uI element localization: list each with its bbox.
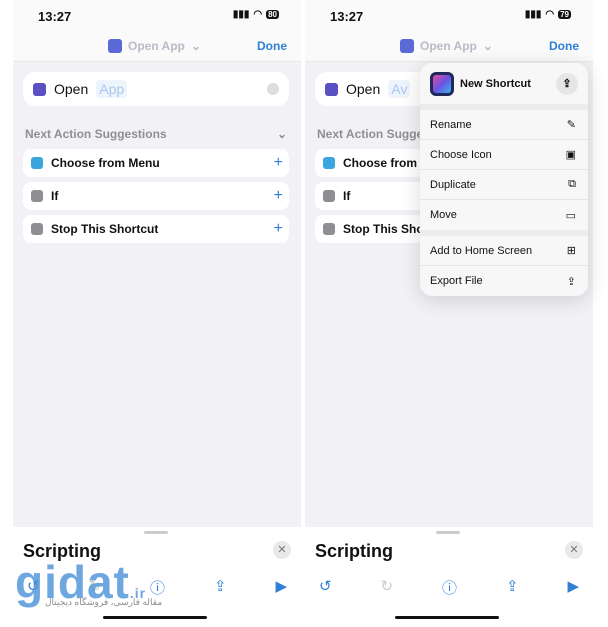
- share-icon[interactable]: ⇪: [556, 72, 578, 95]
- suggestions-title: Next Action Suggestions: [25, 127, 167, 141]
- home-indicator: [395, 616, 499, 619]
- clear-icon[interactable]: [267, 83, 279, 95]
- shortcut-icon: [108, 39, 122, 53]
- nav-bar: Open App ⌄ Done: [305, 32, 593, 62]
- menu-item-export-file[interactable]: Export File ⇪: [420, 266, 588, 296]
- share-icon[interactable]: ⇪: [214, 577, 227, 598]
- play-icon[interactable]: ▶: [567, 577, 579, 598]
- suggestion-row[interactable]: Stop This Shortcut +: [23, 215, 289, 243]
- close-icon[interactable]: ✕: [273, 541, 291, 559]
- suggestion-row[interactable]: If +: [23, 182, 289, 210]
- play-icon[interactable]: ▶: [275, 577, 287, 598]
- done-button[interactable]: Done: [549, 39, 579, 53]
- open-app-action[interactable]: Open App: [23, 72, 289, 106]
- menu-label: Duplicate: [430, 178, 476, 191]
- stop-icon: [323, 223, 335, 235]
- sheet-grabber[interactable]: [144, 531, 168, 534]
- add-icon[interactable]: +: [274, 187, 283, 205]
- sheet-title: Scripting: [315, 541, 394, 561]
- wifi-icon: ◠: [545, 9, 555, 20]
- signal-icon: ▮▮▮: [232, 9, 250, 20]
- app-parameter[interactable]: App: [96, 80, 128, 98]
- menu-item-choose-icon[interactable]: Choose Icon ▣: [420, 140, 588, 170]
- suggestions-title: Next Action Sugge: [317, 127, 424, 141]
- menu-item-duplicate[interactable]: Duplicate ⧉: [420, 170, 588, 200]
- shortcut-context-menu: New Shortcut ⇪ Rename ✎ Choose Icon ▣ Dupli…: [420, 63, 588, 296]
- app-parameter[interactable]: Av: [388, 80, 411, 98]
- stop-icon: [31, 223, 43, 235]
- shortcut-title: Open App: [128, 39, 185, 53]
- open-app-icon: [325, 82, 338, 96]
- nav-bar: Open App ⌄ Done: [13, 32, 301, 62]
- menu-label: Move: [430, 209, 457, 221]
- export-icon: ⇪: [566, 275, 576, 288]
- suggestion-label: Stop This Sho: [343, 222, 424, 236]
- info-icon[interactable]: ⓘ: [150, 577, 165, 598]
- suggestion-label: Stop This Shortcut: [51, 222, 159, 236]
- status-bar: 13:27 ▮▮▮ ◠ 79: [305, 0, 593, 32]
- clock: 13:27: [38, 9, 72, 24]
- undo-icon[interactable]: ↺: [319, 577, 332, 598]
- info-icon[interactable]: ⓘ: [442, 577, 457, 598]
- menu-label: Export File: [430, 275, 483, 287]
- menu-label: Choose Icon: [430, 148, 492, 161]
- home-indicator: [103, 616, 207, 619]
- share-icon[interactable]: ⇪: [506, 577, 519, 598]
- chevron-down-icon: ⌄: [190, 39, 201, 53]
- chevron-down-icon: ⌄: [482, 39, 493, 53]
- watermark-tagline: مقاله فارسی، فروشگاه دیجیتال: [45, 597, 163, 607]
- action-label: Open: [54, 81, 89, 97]
- if-icon: [323, 190, 335, 202]
- redo-icon[interactable]: ↻: [381, 577, 394, 598]
- shortcut-title-button[interactable]: Open App ⌄: [400, 39, 493, 53]
- duplicate-icon: ⧉: [568, 178, 576, 190]
- status-icons: ▮▮▮ ◠ 80: [233, 9, 279, 20]
- menu-label: Rename: [430, 118, 472, 131]
- photo-icon: ▣: [565, 149, 576, 161]
- chevron-down-icon: ⌄: [276, 127, 287, 141]
- suggestions-header[interactable]: Next Action Suggestions ⌄: [25, 127, 287, 141]
- suggestion-label: If: [343, 189, 351, 203]
- clock: 13:27: [330, 9, 364, 24]
- wifi-icon: ◠: [253, 9, 263, 20]
- menu-item-rename[interactable]: Rename ✎: [420, 110, 588, 140]
- phone-screen-left: 13:27 ▮▮▮ ◠ 80 Open App ⌄ Done Open App Nex…: [13, 0, 301, 627]
- suggestion-label: Choose from Menu: [51, 156, 160, 170]
- menu-label: Add to Home Screen: [430, 244, 533, 257]
- open-app-icon: [33, 82, 46, 96]
- menu-item-add-to-home[interactable]: Add to Home Screen ⊞: [420, 236, 588, 266]
- done-button[interactable]: Done: [257, 39, 287, 53]
- menu-icon: [323, 157, 335, 169]
- shortcut-title-button[interactable]: Open App ⌄: [108, 39, 201, 53]
- add-square-icon: ⊞: [566, 245, 576, 257]
- close-icon[interactable]: ✕: [565, 541, 583, 559]
- sheet-grabber[interactable]: [436, 531, 460, 534]
- suggestion-label: If: [51, 189, 59, 203]
- shortcuts-app-icon: [430, 71, 454, 96]
- menu-icon: [31, 157, 43, 169]
- battery-icon: 79: [558, 10, 571, 19]
- pencil-icon: ✎: [566, 119, 576, 131]
- status-icons: ▮▮▮ ◠ 79: [525, 9, 571, 20]
- suggestion-row[interactable]: Choose from Menu +: [23, 149, 289, 177]
- shortcut-title: Open App: [420, 39, 477, 53]
- suggestion-label: Choose from: [343, 156, 418, 170]
- shortcut-icon: [400, 39, 414, 53]
- menu-header: New Shortcut ⇪: [420, 63, 588, 110]
- status-bar: 13:27 ▮▮▮ ◠ 80: [13, 0, 301, 32]
- battery-icon: 80: [266, 10, 279, 19]
- menu-title: New Shortcut: [460, 77, 531, 90]
- menu-item-move[interactable]: Move ▭: [420, 200, 588, 230]
- bottom-sheet: Scripting ✕ ↺ ↻ ⓘ ⇪ ▶: [305, 527, 593, 627]
- add-icon[interactable]: +: [274, 154, 283, 172]
- folder-icon: ▭: [565, 209, 576, 222]
- add-icon[interactable]: +: [274, 220, 283, 238]
- signal-icon: ▮▮▮: [524, 9, 542, 20]
- toolbar: ↺ ↻ ⓘ ⇪ ▶: [315, 577, 583, 598]
- if-icon: [31, 190, 43, 202]
- action-label: Open: [346, 81, 381, 97]
